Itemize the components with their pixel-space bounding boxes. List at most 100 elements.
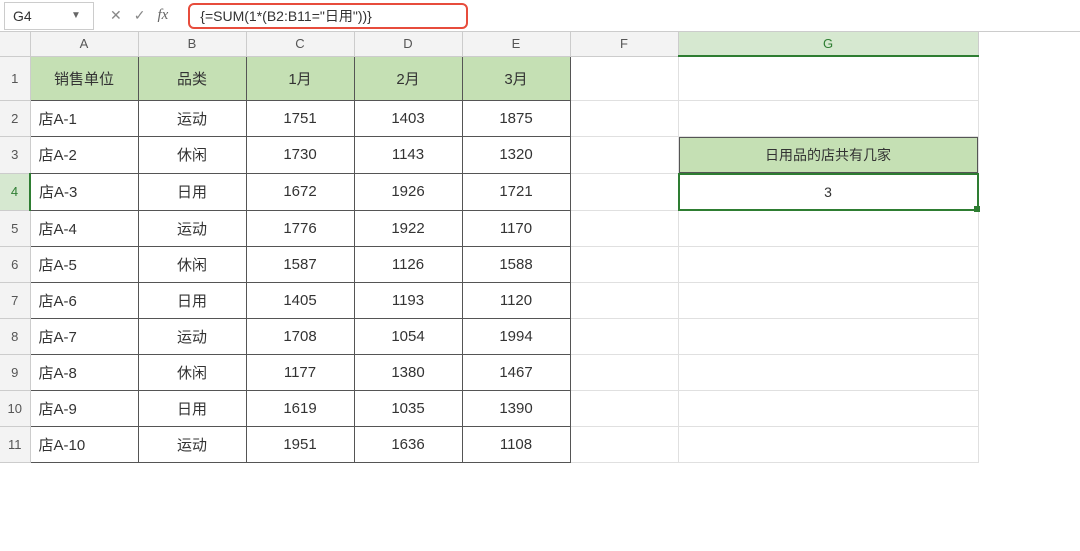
cell-A2[interactable]: 店A-1 — [30, 100, 138, 136]
cell-B1[interactable]: 品类 — [138, 56, 246, 100]
cell-D6[interactable]: 1126 — [354, 246, 462, 282]
cell-C10[interactable]: 1619 — [246, 390, 354, 426]
row-header-10[interactable]: 10 — [0, 390, 30, 426]
cell-A4[interactable]: 店A-3 — [30, 173, 138, 210]
row-header-8[interactable]: 8 — [0, 318, 30, 354]
cell-G3[interactable]: 日用品的店共有几家 — [678, 136, 978, 173]
row-header-5[interactable]: 5 — [0, 210, 30, 246]
col-header-F[interactable]: F — [570, 32, 678, 56]
cell-B11[interactable]: 运动 — [138, 426, 246, 462]
col-header-E[interactable]: E — [462, 32, 570, 56]
cell-G2[interactable] — [678, 100, 978, 136]
col-header-G[interactable]: G — [678, 32, 978, 56]
row-header-9[interactable]: 9 — [0, 354, 30, 390]
cell-C6[interactable]: 1587 — [246, 246, 354, 282]
col-header-C[interactable]: C — [246, 32, 354, 56]
cell-D3[interactable]: 1143 — [354, 136, 462, 173]
cell-G7[interactable] — [678, 282, 978, 318]
cell-B3[interactable]: 休闲 — [138, 136, 246, 173]
cell-E11[interactable]: 1108 — [462, 426, 570, 462]
cell-D5[interactable]: 1922 — [354, 210, 462, 246]
cell-A5[interactable]: 店A-4 — [30, 210, 138, 246]
cell-B8[interactable]: 运动 — [138, 318, 246, 354]
chevron-down-icon[interactable]: ▼ — [67, 10, 85, 21]
cell-E1[interactable]: 3月 — [462, 56, 570, 100]
cell-E9[interactable]: 1467 — [462, 354, 570, 390]
cell-D4[interactable]: 1926 — [354, 173, 462, 210]
row-header-1[interactable]: 1 — [0, 56, 30, 100]
cell-C11[interactable]: 1951 — [246, 426, 354, 462]
cell-C5[interactable]: 1776 — [246, 210, 354, 246]
cell-D9[interactable]: 1380 — [354, 354, 462, 390]
cell-C3[interactable]: 1730 — [246, 136, 354, 173]
cell-A7[interactable]: 店A-6 — [30, 282, 138, 318]
name-box[interactable]: G4 ▼ — [4, 2, 94, 30]
cell-E10[interactable]: 1390 — [462, 390, 570, 426]
cell-D10[interactable]: 1035 — [354, 390, 462, 426]
cell-E6[interactable]: 1588 — [462, 246, 570, 282]
cell-A1[interactable]: 销售单位 — [30, 56, 138, 100]
cell-E7[interactable]: 1120 — [462, 282, 570, 318]
cell-G1[interactable] — [678, 56, 978, 100]
cell-E8[interactable]: 1994 — [462, 318, 570, 354]
cell-C9[interactable]: 1177 — [246, 354, 354, 390]
cell-F1[interactable] — [570, 56, 678, 100]
cell-G6[interactable] — [678, 246, 978, 282]
fill-handle[interactable] — [974, 206, 980, 212]
active-cell[interactable]: 3 — [679, 174, 978, 210]
cell-F4[interactable] — [570, 173, 678, 210]
col-header-B[interactable]: B — [138, 32, 246, 56]
cell-B5[interactable]: 运动 — [138, 210, 246, 246]
cell-F11[interactable] — [570, 426, 678, 462]
cell-F2[interactable] — [570, 100, 678, 136]
cell-G10[interactable] — [678, 390, 978, 426]
col-header-D[interactable]: D — [354, 32, 462, 56]
cell-D8[interactable]: 1054 — [354, 318, 462, 354]
col-header-A[interactable]: A — [30, 32, 138, 56]
row-header-2[interactable]: 2 — [0, 100, 30, 136]
cell-G5[interactable] — [678, 210, 978, 246]
fx-icon[interactable]: fx — [157, 7, 168, 24]
cell-D7[interactable]: 1193 — [354, 282, 462, 318]
cell-F7[interactable] — [570, 282, 678, 318]
enter-icon[interactable]: ✓ — [134, 7, 146, 24]
cell-E3[interactable]: 1320 — [462, 136, 570, 173]
cell-F9[interactable] — [570, 354, 678, 390]
cell-E5[interactable]: 1170 — [462, 210, 570, 246]
cell-C7[interactable]: 1405 — [246, 282, 354, 318]
cell-E4[interactable]: 1721 — [462, 173, 570, 210]
cell-C8[interactable]: 1708 — [246, 318, 354, 354]
row-header-11[interactable]: 11 — [0, 426, 30, 462]
cell-B6[interactable]: 休闲 — [138, 246, 246, 282]
cell-A11[interactable]: 店A-10 — [30, 426, 138, 462]
cell-G8[interactable] — [678, 318, 978, 354]
row-header-4[interactable]: 4 — [0, 173, 30, 210]
cell-B9[interactable]: 休闲 — [138, 354, 246, 390]
row-header-6[interactable]: 6 — [0, 246, 30, 282]
cell-E2[interactable]: 1875 — [462, 100, 570, 136]
cell-F8[interactable] — [570, 318, 678, 354]
cell-C1[interactable]: 1月 — [246, 56, 354, 100]
cell-D2[interactable]: 1403 — [354, 100, 462, 136]
cell-A3[interactable]: 店A-2 — [30, 136, 138, 173]
cell-B7[interactable]: 日用 — [138, 282, 246, 318]
cell-B10[interactable]: 日用 — [138, 390, 246, 426]
cell-F10[interactable] — [570, 390, 678, 426]
cell-G4[interactable]: 3 — [678, 173, 978, 210]
cell-A9[interactable]: 店A-8 — [30, 354, 138, 390]
cell-F3[interactable] — [570, 136, 678, 173]
cell-C4[interactable]: 1672 — [246, 173, 354, 210]
formula-input[interactable]: {=SUM(1*(B2:B11="日用"))} — [188, 3, 468, 29]
cell-D11[interactable]: 1636 — [354, 426, 462, 462]
row-header-3[interactable]: 3 — [0, 136, 30, 173]
spreadsheet-grid[interactable]: A B C D E F G 1 销售单位 品类 1月 2月 3月 2 店A-1 … — [0, 32, 1080, 463]
cell-A8[interactable]: 店A-7 — [30, 318, 138, 354]
cell-A10[interactable]: 店A-9 — [30, 390, 138, 426]
cell-F5[interactable] — [570, 210, 678, 246]
cell-D1[interactable]: 2月 — [354, 56, 462, 100]
cell-A6[interactable]: 店A-5 — [30, 246, 138, 282]
cell-G9[interactable] — [678, 354, 978, 390]
cell-B4[interactable]: 日用 — [138, 173, 246, 210]
cell-B2[interactable]: 运动 — [138, 100, 246, 136]
cancel-icon[interactable]: ✕ — [110, 7, 122, 24]
